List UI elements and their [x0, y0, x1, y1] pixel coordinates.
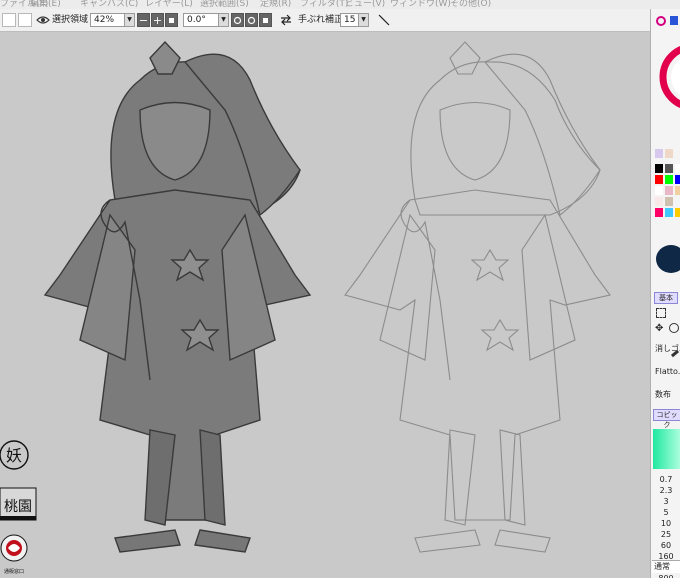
svg-text:桃園: 桃園 [4, 499, 32, 515]
stamp-logo: 桃園 [0, 487, 37, 521]
swatch[interactable] [675, 186, 680, 195]
swatch[interactable] [655, 208, 663, 217]
eye-icon[interactable] [36, 13, 50, 27]
fit-icon [169, 17, 174, 23]
reset-icon [247, 16, 256, 24]
selection-label: 選択領域 [52, 15, 89, 25]
zoom-out-button[interactable]: − [137, 13, 150, 27]
swatch[interactable] [665, 197, 673, 206]
brush-size-item[interactable]: 60 [653, 541, 679, 550]
brush-size-item[interactable]: 5 [653, 508, 679, 517]
zoom-select[interactable]: 42% ▼ [90, 13, 135, 27]
stabilizer-label: 手ぶれ補正 [298, 15, 344, 25]
rotate-left-button[interactable] [231, 13, 244, 27]
swatch[interactable] [655, 149, 663, 158]
toolbar-square-2[interactable] [18, 13, 32, 27]
stop-icon [263, 17, 268, 23]
character-fill [43, 40, 312, 553]
menu-filter[interactable]: フィルタ(T) [300, 0, 348, 9]
character-lineart [344, 41, 611, 553]
right-panel: 基本 ✥ 消しゴム Flatto... 数布 コピック 0.7 2.3 3 5 … [650, 9, 680, 578]
rotate-right-button[interactable] [245, 13, 258, 27]
swatch[interactable] [665, 175, 673, 184]
canvas-artwork: 妖 桃園 通販窓口 [0, 40, 611, 575]
stabilizer-value: 15 [344, 15, 356, 25]
zoom-in-label: + [152, 13, 163, 27]
menu-other[interactable]: その他(O) [450, 0, 491, 9]
chevron-down-icon[interactable]: ▼ [218, 14, 228, 26]
menu-ruler[interactable]: 定規(R) [260, 0, 291, 9]
brush-size-item[interactable]: 10 [653, 519, 679, 528]
menu-window[interactable]: ウィンドウ(W) [390, 0, 451, 9]
swatch[interactable] [675, 208, 680, 217]
swatch[interactable] [655, 186, 663, 195]
swatch[interactable] [675, 175, 680, 184]
swatch[interactable] [665, 164, 673, 173]
zoom-fit-button[interactable] [165, 13, 178, 27]
menu-selection[interactable]: 選択範囲(S) [200, 0, 249, 9]
blend-mode-value: 通常 [654, 562, 670, 571]
menu-view[interactable]: ビュー(V) [345, 0, 385, 9]
rotate-icon [233, 16, 242, 24]
menu-canvas[interactable]: キャンバス(C) [80, 0, 138, 9]
tool-numbers[interactable]: 数布 [655, 389, 671, 400]
swatch[interactable] [655, 197, 663, 206]
flip-icon[interactable] [279, 13, 293, 27]
brush-preview [653, 429, 680, 469]
brush-size-item[interactable]: 800 [653, 574, 679, 578]
chevron-down-icon[interactable]: ▼ [124, 14, 134, 26]
toolbar-square-1[interactable] [2, 13, 16, 27]
color-mode-icon[interactable] [656, 16, 666, 26]
color-wheel[interactable] [657, 37, 680, 108]
move-icon[interactable]: ✥ [655, 324, 663, 334]
zoom-icon[interactable] [669, 323, 679, 333]
drawing-canvas[interactable]: 妖 桃園 通販窓口 [0, 32, 650, 578]
stabilizer-select[interactable]: 15 ▼ [340, 13, 369, 27]
seal-logo: 通販窓口 [0, 534, 28, 575]
zoom-value: 42% [94, 15, 115, 25]
swatch[interactable] [665, 186, 673, 195]
blend-mode-select[interactable]: 通常 [652, 560, 680, 573]
rotation-reset-button[interactable] [259, 13, 272, 27]
tool-flatten[interactable]: Flatto... [655, 367, 680, 376]
swatch[interactable] [655, 175, 663, 184]
brush-size-item[interactable]: 2.3 [653, 486, 679, 495]
swatch[interactable] [655, 164, 663, 173]
swatch[interactable] [665, 149, 673, 158]
zoom-in-button[interactable]: + [151, 13, 164, 27]
brush-tab[interactable]: 基本 [654, 292, 678, 304]
brush-size-item[interactable]: 3 [653, 497, 679, 506]
tool-copic[interactable]: コピック [653, 409, 680, 429]
rotation-select[interactable]: 0.0° ▼ [183, 13, 229, 27]
zoom-out-label: − [138, 13, 149, 27]
brush-size-item[interactable]: 25 [653, 530, 679, 539]
chevron-down-icon[interactable]: ▼ [358, 14, 368, 26]
circle-logo: 妖 [0, 440, 29, 470]
slash-icon[interactable] [377, 13, 391, 27]
menu-bar: ファイル(F) 編集(E) キャンバス(C) レイヤー(L) 選択範囲(S) 定… [0, 0, 680, 9]
svg-text:妖: 妖 [6, 446, 22, 465]
menu-layer[interactable]: レイヤー(L) [145, 0, 193, 9]
rotation-value: 0.0° [187, 15, 206, 25]
swatch[interactable] [665, 208, 673, 217]
toolbar: 選択領域 42% ▼ − + 0.0° ▼ 手ぶれ補正 15 ▼ [0, 9, 680, 32]
swatch[interactable] [675, 164, 680, 173]
brush-size-item[interactable]: 0.7 [653, 475, 679, 484]
menu-edit[interactable]: 編集(E) [30, 0, 61, 9]
current-color[interactable] [656, 245, 680, 273]
select-rect-icon[interactable] [656, 308, 666, 318]
svg-text:通販窓口: 通販窓口 [4, 568, 24, 575]
menu-icon[interactable] [670, 16, 678, 25]
